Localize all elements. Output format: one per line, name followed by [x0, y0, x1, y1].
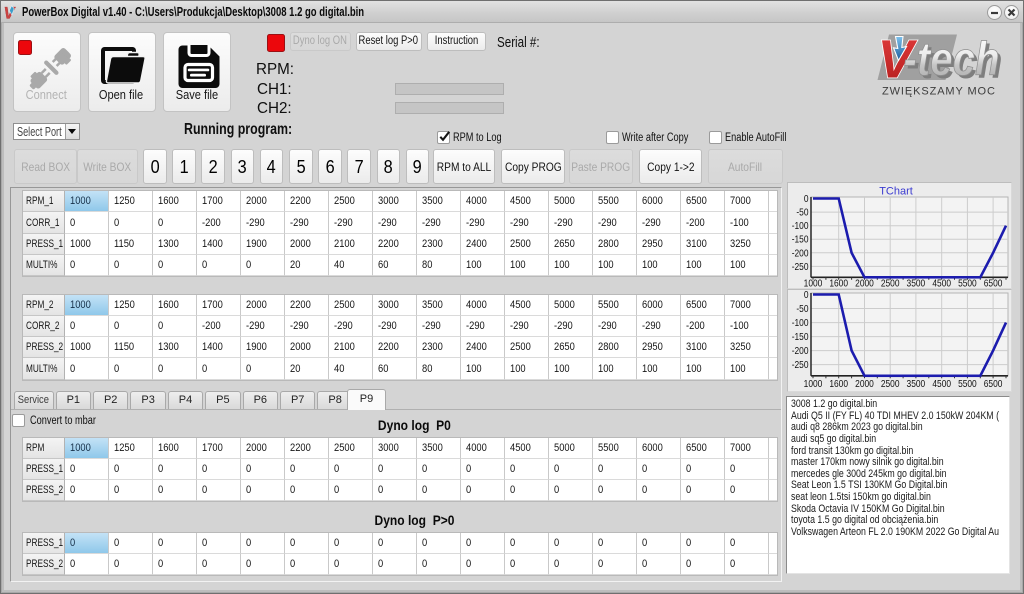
svg-text:-tech: -tech	[904, 32, 1000, 85]
svg-text:-250: -250	[792, 359, 809, 370]
svg-text:-100: -100	[792, 317, 809, 328]
svg-text:-50: -50	[796, 303, 808, 314]
svg-text:5500: 5500	[958, 278, 977, 288]
svg-text:6500: 6500	[984, 378, 1003, 389]
svg-text:1000: 1000	[804, 278, 823, 288]
svg-text:-250: -250	[792, 261, 809, 272]
svg-text:3500: 3500	[907, 378, 926, 389]
svg-text:6500: 6500	[984, 278, 1003, 288]
svg-text:2000: 2000	[855, 278, 874, 288]
svg-text:0: 0	[804, 290, 809, 300]
svg-text:3500: 3500	[907, 278, 926, 288]
svg-text:ZWIĘKSZAMY MOC: ZWIĘKSZAMY MOC	[882, 86, 996, 98]
svg-text:V: V	[4, 5, 17, 22]
svg-text:-200: -200	[792, 248, 809, 259]
svg-text:-50: -50	[796, 207, 808, 218]
svg-text:2500: 2500	[881, 278, 900, 288]
svg-text:4500: 4500	[932, 378, 951, 389]
svg-text:TChart: TChart	[879, 186, 913, 198]
svg-text:1600: 1600	[829, 378, 848, 389]
svg-text:2000: 2000	[855, 378, 874, 389]
svg-text:0: 0	[804, 193, 809, 204]
svg-text:-200: -200	[792, 345, 809, 356]
svg-text:4500: 4500	[932, 278, 951, 288]
svg-text:1000: 1000	[804, 378, 823, 389]
svg-text:5500: 5500	[958, 378, 977, 389]
svg-text:-150: -150	[792, 331, 809, 342]
svg-text:-100: -100	[792, 221, 809, 232]
svg-text:1600: 1600	[829, 278, 848, 288]
svg-text:-150: -150	[792, 234, 809, 245]
svg-text:2500: 2500	[881, 378, 900, 389]
